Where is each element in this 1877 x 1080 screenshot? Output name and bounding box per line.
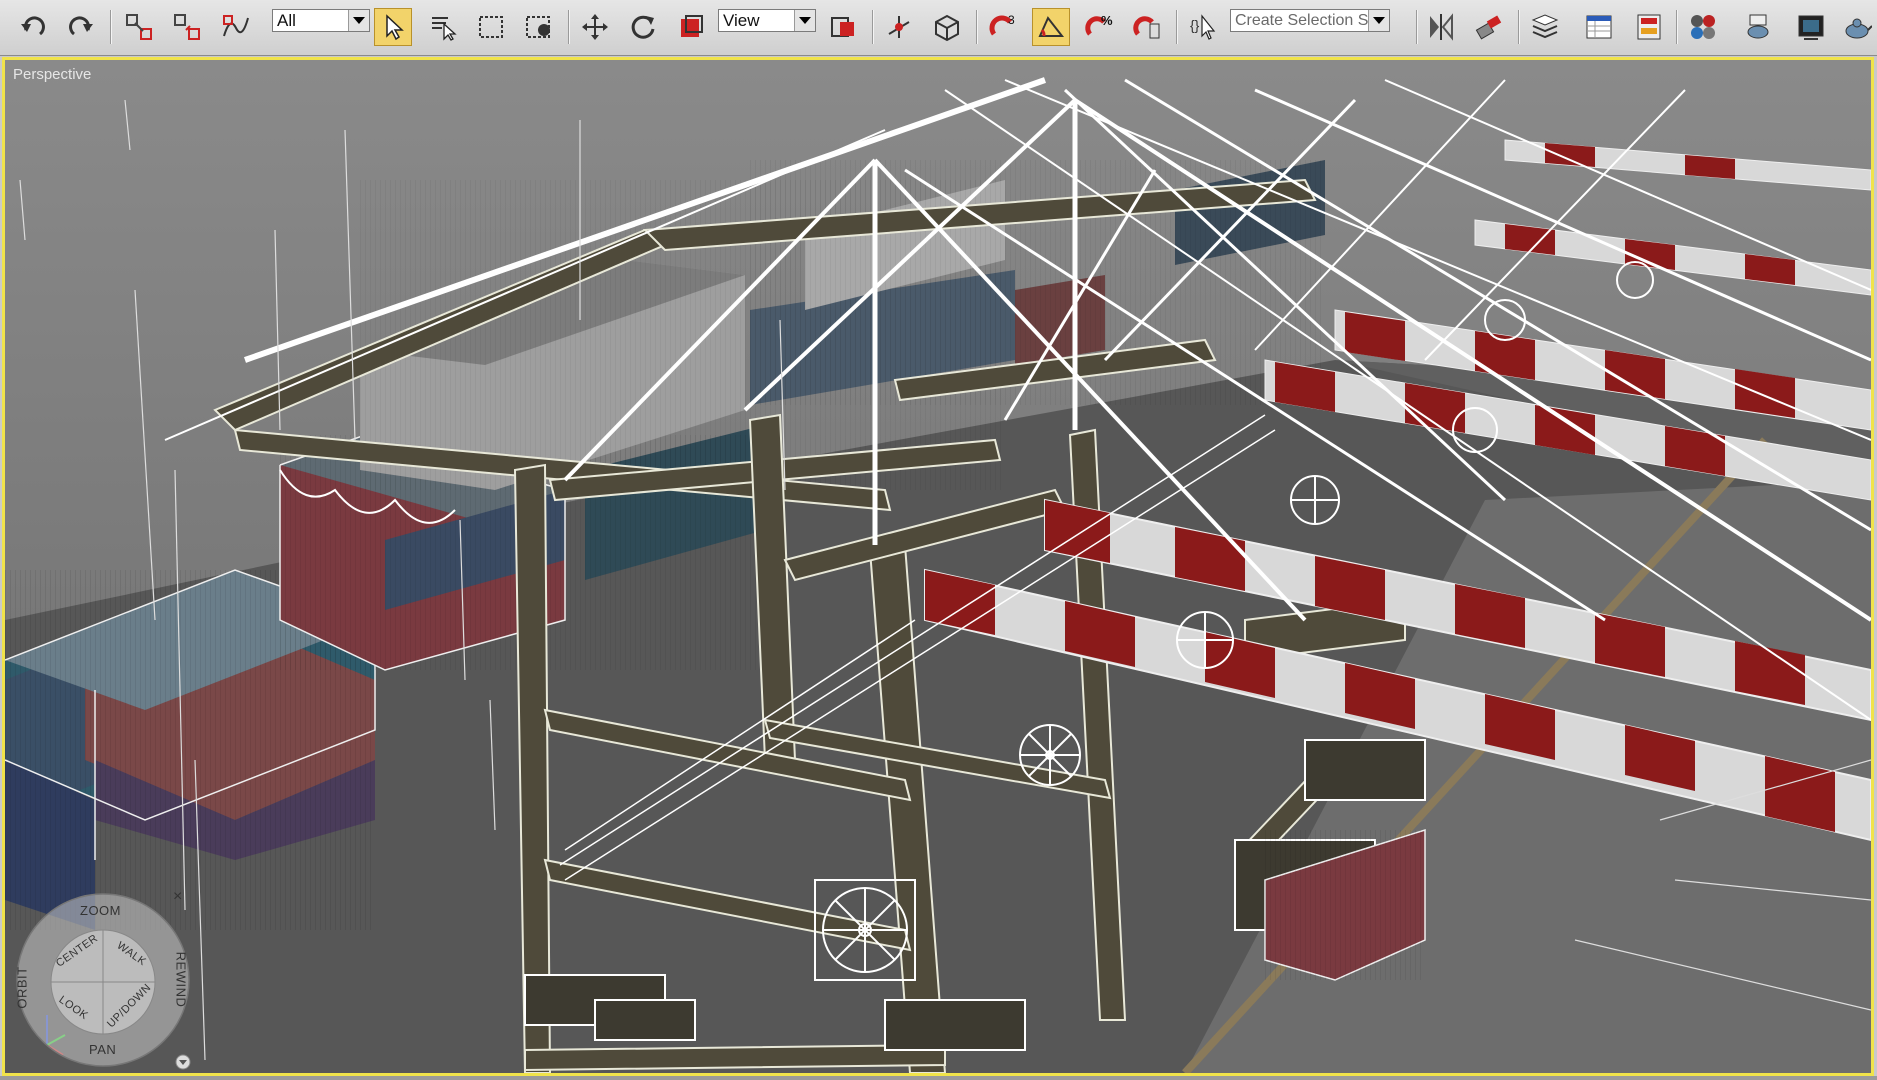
toolbar-separator (1518, 10, 1519, 44)
toolbar-separator (1676, 10, 1677, 44)
toolbar-separator (976, 10, 977, 44)
percent-snap-icon[interactable]: % (1080, 8, 1118, 46)
toolbar-separator (1416, 10, 1417, 44)
perspective-viewport[interactable]: Perspective ZOOM ORBIT REWIND PAN CENTER… (2, 57, 1874, 1076)
toolbar-separator (110, 10, 111, 44)
window-crossing-icon[interactable] (520, 8, 558, 46)
steering-wheel[interactable]: ZOOM ORBIT REWIND PAN CENTER WALK LOOK U… (13, 888, 193, 1070)
select-and-rotate-icon[interactable] (624, 8, 662, 46)
render-setup-icon[interactable] (1740, 8, 1778, 46)
bind-to-space-warp-icon[interactable] (216, 8, 254, 46)
named-selection-set-placeholder: Create Selection Set (1235, 12, 1382, 29)
select-and-link-icon[interactable] (120, 8, 158, 46)
redo-icon[interactable] (62, 8, 100, 46)
chevron-down-icon (348, 10, 369, 31)
wheel-zoom-label[interactable]: ZOOM (80, 903, 121, 918)
align-icon[interactable] (1470, 8, 1508, 46)
named-selection-set-dropdown[interactable]: Create Selection Set (1230, 9, 1390, 32)
select-by-name-icon[interactable] (424, 8, 462, 46)
layer-manager-icon[interactable] (1526, 8, 1564, 46)
svg-text:{}: {} (1190, 17, 1200, 33)
toolbar-separator (568, 10, 569, 44)
selection-filter-value: All (277, 11, 296, 30)
edit-named-selection-icon[interactable]: {} (1184, 8, 1222, 46)
spinner-snap-icon[interactable] (1128, 8, 1166, 46)
toolbar-separator (872, 10, 873, 44)
keyboard-shortcut-override-icon[interactable] (928, 8, 966, 46)
select-and-manipulate-icon[interactable] (880, 8, 918, 46)
status-strip (0, 1076, 1877, 1080)
reference-coordinate-value: View (723, 11, 760, 30)
viewport-label[interactable]: Perspective (13, 66, 91, 83)
chevron-down-icon (1368, 10, 1389, 31)
svg-text:%: % (1101, 13, 1113, 28)
undo-icon[interactable] (14, 8, 52, 46)
select-and-scale-icon[interactable] (672, 8, 710, 46)
chevron-down-icon (794, 10, 815, 31)
scene-render (5, 60, 1871, 1073)
wheel-rewind-label[interactable]: REWIND (173, 952, 188, 1008)
snaps-toggle-icon[interactable]: 3 (984, 8, 1022, 46)
curve-editor-icon[interactable] (1580, 8, 1618, 46)
wheel-pan-label[interactable]: PAN (89, 1042, 116, 1057)
rectangular-region-icon[interactable] (472, 8, 510, 46)
wheel-orbit-label[interactable]: ORBIT (15, 966, 30, 1008)
mirror-icon[interactable] (1422, 8, 1460, 46)
angle-snap-icon[interactable] (1032, 8, 1070, 46)
selection-filter-dropdown[interactable]: All (272, 9, 370, 32)
unlink-selection-icon[interactable] (168, 8, 206, 46)
use-pivot-center-icon[interactable] (824, 8, 862, 46)
schematic-view-icon[interactable] (1630, 8, 1668, 46)
toolbar-separator (1176, 10, 1177, 44)
select-object-icon[interactable] (374, 8, 412, 46)
render-production-icon[interactable] (1838, 8, 1876, 46)
wheel-close-button[interactable]: × (173, 888, 183, 906)
material-editor-icon[interactable] (1684, 8, 1722, 46)
select-and-move-icon[interactable] (576, 8, 614, 46)
rendered-frame-window-icon[interactable] (1792, 8, 1830, 46)
reference-coordinate-dropdown[interactable]: View (718, 9, 816, 32)
container-under-crane (1264, 828, 1426, 981)
svg-text:3: 3 (1008, 13, 1015, 27)
main-toolbar: All View 3 % {} Create Selection Set (0, 0, 1877, 56)
